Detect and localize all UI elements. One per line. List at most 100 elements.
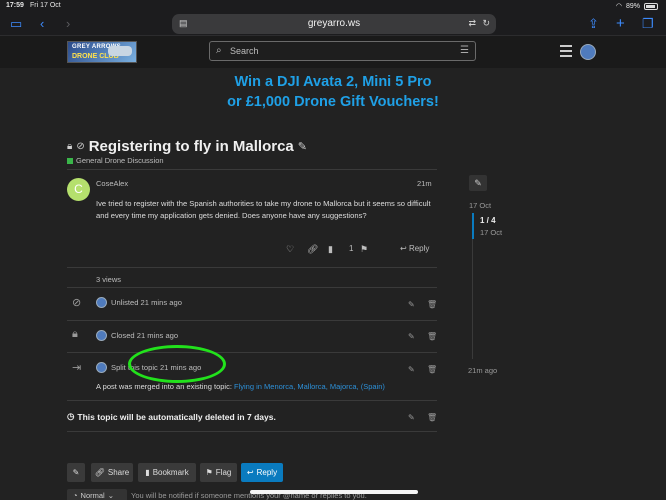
event-avatar[interactable] xyxy=(96,297,107,308)
banner-line1: Win a DJI Avata 2, Mini 5 Pro xyxy=(234,74,432,90)
edit-icon[interactable]: ✎ xyxy=(408,413,415,422)
merged-prefix: A post was merged into an existing topic… xyxy=(96,382,232,391)
address-bar[interactable]: ▤ greyarro.ws ⇄ ↻ xyxy=(172,14,496,34)
sidebar-toggle-icon[interactable]: ▭ xyxy=(10,16,22,32)
notification-level-button[interactable]: ◔ Normal ⌄ xyxy=(67,489,127,500)
bell-icon: ◔ xyxy=(73,491,78,500)
tabs-icon[interactable]: ❐ xyxy=(642,16,654,32)
reply-button[interactable]: ↩ Reply xyxy=(241,463,283,482)
event-avatar[interactable] xyxy=(96,362,107,373)
post-reply-button[interactable]: ↩ Reply xyxy=(400,244,429,253)
share-button[interactable]: 🔗︎ Share xyxy=(91,463,133,482)
forward-icon[interactable]: › xyxy=(66,16,70,32)
autodelete-divider xyxy=(67,431,437,432)
search-icon: ⌕ xyxy=(216,45,222,56)
bookmark-icon: ▮ xyxy=(145,468,150,477)
post-author[interactable]: CoseAlex xyxy=(96,179,128,188)
event-divider xyxy=(67,320,437,321)
topic-title: 🔒︎ ⊘ Registering to fly in Mallorca ✎ xyxy=(67,138,307,155)
hamburger-menu-icon[interactable] xyxy=(560,45,572,60)
title-divider xyxy=(67,169,437,170)
clock-icon: ◷ xyxy=(67,411,75,421)
unlisted-event-icon: ⊘ xyxy=(72,297,82,309)
flag-button[interactable]: ⚑ Flag xyxy=(200,463,237,482)
event-divider xyxy=(67,352,437,353)
timeline-track[interactable] xyxy=(472,239,473,359)
banner-line2: or £1,000 Drone Gift Vouchers! xyxy=(227,94,439,110)
timeline-top-date[interactable]: 17 Oct xyxy=(469,201,491,210)
search-placeholder: Search xyxy=(230,46,259,56)
unlisted-icon: ⊘ xyxy=(76,141,85,152)
wifi-icon: ◠ xyxy=(615,3,622,10)
back-icon[interactable]: ‹ xyxy=(40,16,44,32)
flag-label: Flag xyxy=(215,468,232,477)
site-logo[interactable]: GREY ARROWS DRONE CLUB xyxy=(67,41,137,63)
link-icon: 🔗︎ xyxy=(94,468,105,477)
post-avatar[interactable]: C xyxy=(67,178,90,201)
reply-icon: ↩ xyxy=(246,468,254,477)
autodelete-notice: ◷ This topic will be automatically delet… xyxy=(67,411,276,422)
user-avatar[interactable] xyxy=(580,44,596,60)
event-unlisted: Unlisted 21 mins ago xyxy=(111,298,182,307)
search-box[interactable]: ⌕ Search ☰ xyxy=(209,41,476,61)
translate-icon[interactable]: ⇄ xyxy=(468,18,476,29)
timeline-position: 1 / 4 xyxy=(480,216,496,225)
trash-icon[interactable]: 🗑︎ xyxy=(427,413,437,422)
reply-icon: ↩ xyxy=(400,244,407,253)
admin-actions-button[interactable]: ✎ xyxy=(67,463,85,482)
reload-icon[interactable]: ↻ xyxy=(482,18,490,29)
merged-divider xyxy=(67,400,437,401)
merged-notice: A post was merged into an existing topic… xyxy=(96,382,385,391)
battery-percent: 89% xyxy=(625,2,640,10)
edit-title-icon[interactable]: ✎ xyxy=(298,140,307,153)
bookmark-label: Bookmark xyxy=(152,468,189,477)
status-date: Fri 17 Oct xyxy=(30,2,61,9)
flag-icon: ⚑ xyxy=(205,468,213,477)
topic-title-text[interactable]: Registering to fly in Mallorca xyxy=(89,138,294,155)
timeline-position-date: 17 Oct xyxy=(480,228,503,237)
promo-banner[interactable]: Win a DJI Avata 2, Mini 5 Pro or £1,000 … xyxy=(0,72,666,112)
reply-label: Reply xyxy=(256,468,278,477)
highlight-circle xyxy=(128,345,226,383)
lock-icon: 🔒︎ xyxy=(67,141,73,152)
post-body: Ive tried to register with the Spanish a… xyxy=(96,199,431,220)
url-text: greyarro.ws xyxy=(307,18,361,29)
trash-icon[interactable]: 🗑︎ xyxy=(427,300,437,309)
timeline-bottom[interactable]: 21m ago xyxy=(468,366,497,375)
new-tab-icon[interactable]: + xyxy=(616,16,625,32)
timeline-handle[interactable] xyxy=(472,213,474,239)
post-time[interactable]: 21m xyxy=(417,179,432,188)
views-divider xyxy=(67,287,437,288)
like-icon[interactable]: ♡ xyxy=(286,244,294,255)
views-count: 3 views xyxy=(96,275,122,284)
category-badge[interactable]: General Drone Discussion xyxy=(67,156,164,165)
share-label: Share xyxy=(107,468,130,477)
home-indicator xyxy=(250,490,418,494)
edit-icon[interactable]: ✎ xyxy=(408,300,415,309)
site-header: GREY ARROWS DRONE CLUB ⌕ Search ☰ xyxy=(0,36,666,68)
notification-level: Normal xyxy=(80,491,105,500)
status-bar: 17:59 Fri 17 Oct ◠ 89% xyxy=(0,0,666,12)
battery-icon xyxy=(644,2,658,10)
event-closed: Closed 21 mins ago xyxy=(111,331,179,340)
browser-toolbar: ▭ ‹ › ▤ greyarro.ws ⇄ ↻ ⇪ + ❐ xyxy=(0,12,666,36)
edit-icon[interactable]: ✎ xyxy=(408,365,415,374)
link-count: 1 xyxy=(349,244,354,253)
admin-wrench-icon[interactable]: ✎ xyxy=(469,175,487,191)
status-right: ◠ 89% xyxy=(616,2,658,10)
trash-icon[interactable]: 🗑︎ xyxy=(427,332,437,341)
trash-icon[interactable]: 🗑︎ xyxy=(427,365,437,374)
bookmark-icon[interactable]: ▮ xyxy=(328,244,333,255)
event-avatar[interactable] xyxy=(96,330,107,341)
bookmark-button[interactable]: ▮ Bookmark xyxy=(138,463,196,482)
post-divider xyxy=(67,267,437,268)
copy-link-icon[interactable]: 🔗︎ xyxy=(307,244,318,255)
flag-icon[interactable]: ⚑ xyxy=(360,244,368,255)
share-icon[interactable]: ⇪ xyxy=(588,16,599,32)
merged-topic-link[interactable]: Flying in Menorca, Mallorca, Majorca, (S… xyxy=(234,382,385,391)
status-time: 17:59 xyxy=(6,2,24,9)
post-reply-label: Reply xyxy=(408,244,430,253)
split-event-icon: ⇥ xyxy=(72,362,82,374)
edit-icon[interactable]: ✎ xyxy=(408,332,415,341)
filter-icon[interactable]: ☰ xyxy=(460,45,469,56)
